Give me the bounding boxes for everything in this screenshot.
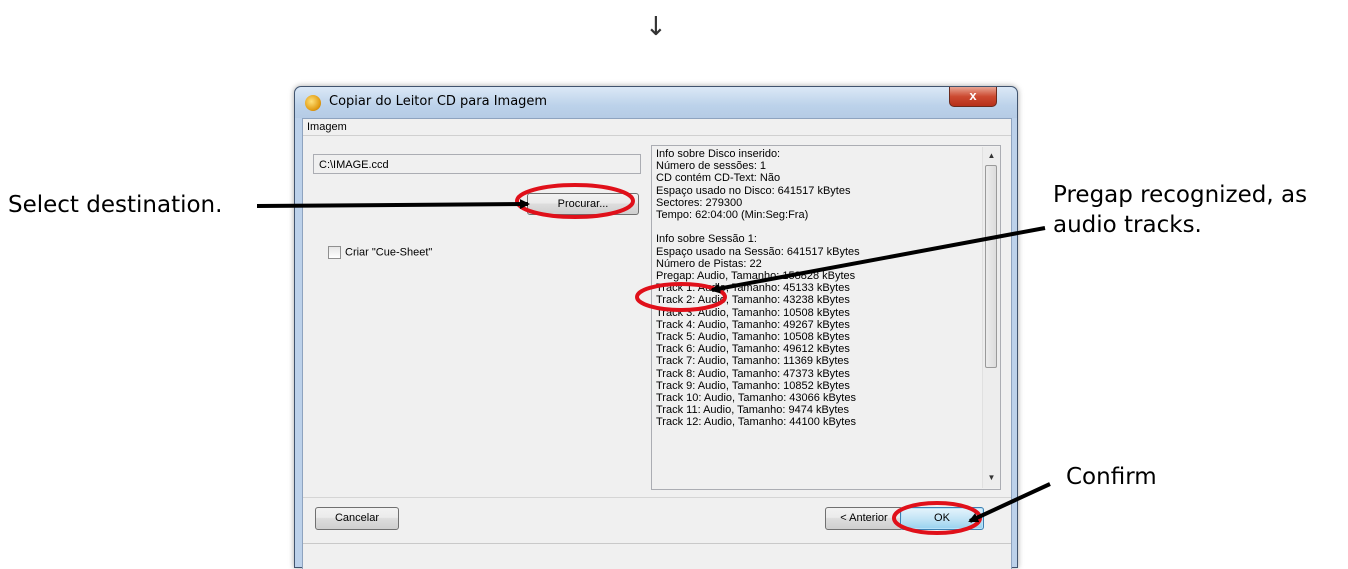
disc-info-line: Sectores: 279300 bbox=[656, 196, 743, 209]
cancel-button[interactable]: Cancelar bbox=[315, 507, 399, 530]
disc-info-line: Espaço usado no Disco: 641517 kBytes bbox=[656, 184, 851, 197]
cue-sheet-checkbox[interactable] bbox=[328, 246, 341, 259]
disc-info-line: Track 9: Audio, Tamanho: 10852 kBytes bbox=[656, 379, 850, 392]
disc-info-text: Info sobre Disco inserido: Número de sess… bbox=[656, 148, 860, 429]
scroll-down-icon[interactable]: ▼ bbox=[983, 471, 1000, 485]
disc-info-line: Track 1: Audio, Tamanho: 45133 kBytes bbox=[656, 282, 850, 295]
disc-info-line: Info sobre Sessão 1: bbox=[656, 233, 757, 246]
disc-info-line: Track 3: Audio, Tamanho: 10508 kBytes bbox=[656, 306, 850, 319]
annotation-pregap-recognized: Pregap recognized, as audio tracks. bbox=[1053, 182, 1308, 238]
disc-info-line: Espaço usado na Sessão: 641517 kBytes bbox=[656, 245, 860, 258]
disc-info-line: Número de Pistas: 22 bbox=[656, 257, 762, 270]
down-arrow-icon: ↓ bbox=[645, 12, 667, 42]
cue-sheet-label: Criar "Cue-Sheet" bbox=[345, 246, 433, 259]
disc-info-line: Track 6: Audio, Tamanho: 49612 kBytes bbox=[656, 343, 850, 356]
close-button[interactable]: x bbox=[949, 87, 997, 107]
app-icon bbox=[305, 95, 321, 111]
dialog-client-area: Imagem C:\IMAGE.ccd Procurar... Criar "C… bbox=[302, 118, 1012, 569]
disc-info-line: Track 11: Audio, Tamanho: 9474 kBytes bbox=[656, 404, 850, 417]
status-bar bbox=[303, 543, 1011, 569]
disc-info-line: Track 10: Audio, Tamanho: 43066 kBytes bbox=[656, 392, 856, 405]
disc-info-line: Track 12: Audio, Tamanho: 44100 kBytes bbox=[656, 416, 856, 429]
browse-button[interactable]: Procurar... bbox=[527, 193, 639, 215]
disc-info-line: Info sobre Disco inserido: bbox=[656, 148, 781, 160]
cue-sheet-option[interactable]: Criar "Cue-Sheet" bbox=[328, 246, 432, 259]
info-scrollbar[interactable]: ▲ ▼ bbox=[982, 147, 1000, 488]
disc-info-line: Track 4: Audio, Tamanho: 49267 kBytes bbox=[656, 318, 850, 331]
disc-info-line: CD contém CD-Text: Não bbox=[656, 172, 781, 185]
disc-info-line: Pregap: Audio, Tamanho: 158828 kBytes bbox=[656, 270, 856, 283]
disc-info-line: Track 2: Audio, Tamanho: 43238 kBytes bbox=[656, 294, 850, 307]
copy-cd-dialog: Copiar do Leitor CD para Imagem x Imagem… bbox=[294, 86, 1018, 569]
title-bar[interactable]: Copiar do Leitor CD para Imagem x bbox=[295, 87, 1017, 118]
group-divider bbox=[303, 135, 1011, 136]
previous-button[interactable]: < Anterior bbox=[825, 507, 903, 530]
scroll-up-icon[interactable]: ▲ bbox=[983, 149, 1000, 163]
image-path-field[interactable]: C:\IMAGE.ccd bbox=[313, 154, 641, 174]
disc-info-line bbox=[656, 221, 860, 233]
annotation-confirm: Confirm bbox=[1066, 464, 1157, 490]
window-title: Copiar do Leitor CD para Imagem bbox=[329, 94, 548, 109]
disc-info-line: Número de sessões: 1 bbox=[656, 160, 767, 173]
ok-button[interactable]: OK bbox=[900, 507, 984, 530]
disc-info-line: Tempo: 62:04:00 (Min:Seg:Fra) bbox=[656, 209, 809, 222]
button-separator bbox=[303, 497, 1011, 498]
annotation-select-destination: Select destination. bbox=[8, 192, 223, 218]
disc-info-line: Track 8: Audio, Tamanho: 47373 kBytes bbox=[656, 367, 850, 380]
disc-info-textbox[interactable]: Info sobre Disco inserido: Número de sess… bbox=[651, 145, 1001, 490]
scroll-thumb[interactable] bbox=[985, 165, 997, 368]
disc-info-line: Track 7: Audio, Tamanho: 11369 kBytes bbox=[656, 355, 850, 368]
disc-info-line: Track 5: Audio, Tamanho: 10508 kBytes bbox=[656, 331, 850, 344]
group-label-imagem: Imagem bbox=[307, 121, 347, 133]
